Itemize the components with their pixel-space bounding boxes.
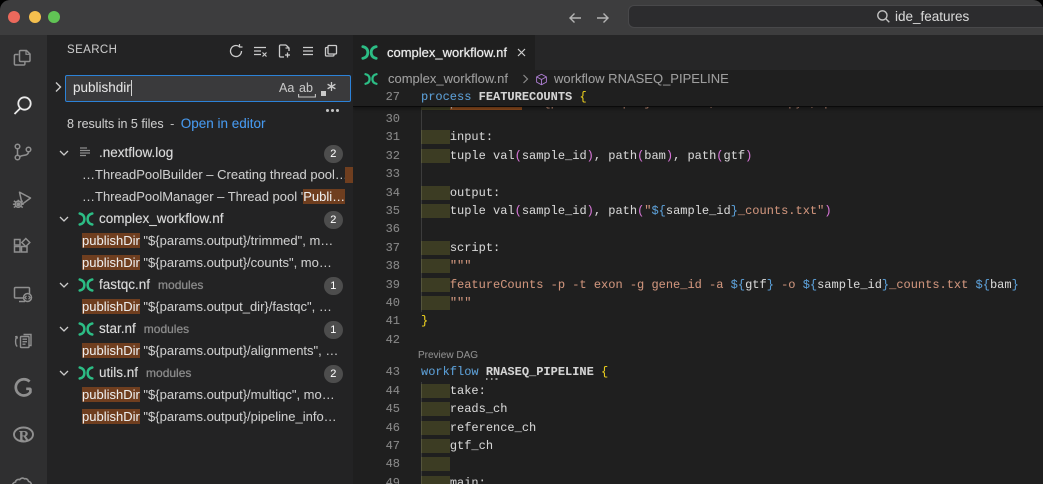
svg-text:R: R [19,429,30,445]
